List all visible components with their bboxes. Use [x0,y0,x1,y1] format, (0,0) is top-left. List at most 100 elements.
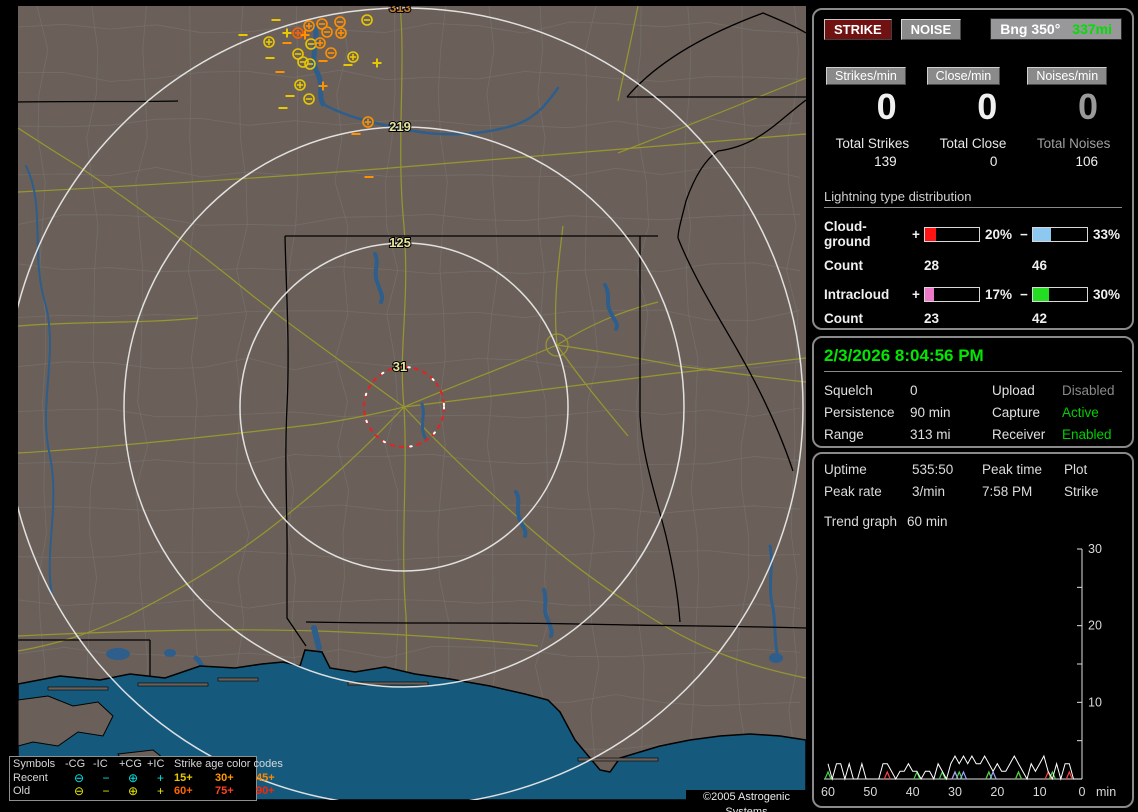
age-code-90: 90+ [256,785,275,797]
ic-positive-bar [924,287,980,302]
legend-row-old-label: Old [13,785,31,797]
ic-neg-recent-icon: − [102,770,110,785]
strikes-per-min-value: 0 [876,86,897,127]
status-panel: 2/3/2026 8:04:56 PM Squelch 0 Upload Dis… [812,336,1134,448]
cg-pos-recent-icon: ⊕ [127,770,139,785]
ic-count-label: Count [824,311,863,326]
strikes-per-min-label[interactable]: Strikes/min [826,67,906,85]
svg-text:60: 60 [821,785,835,799]
close-per-min-value: 0 [977,86,998,127]
distribution-title: Lightning type distribution [824,189,1122,208]
receiver-label: Receiver [992,427,1046,442]
cg-positive-bar [924,226,980,242]
total-close-value: 0 [989,154,998,169]
total-strikes-label: Total Strikes [835,136,910,151]
uptime-label: Uptime [824,462,867,477]
close-per-min-label[interactable]: Close/min [926,67,1001,85]
upload-status: Disabled [1062,383,1115,398]
total-noises-value: 106 [1075,154,1098,169]
ic-neg-old-icon: − [102,784,110,798]
uptime-value: 535:50 [912,462,954,477]
ic-positive-count: 23 [924,311,940,326]
svg-text:31: 31 [393,359,407,374]
svg-text:50: 50 [863,785,877,799]
trend-graph: 10 20 30 60 50 40 30 20 10 0 min [821,542,1116,799]
trend-graph-label: Trend graph [824,514,898,529]
minus-sign: − [1020,287,1028,302]
range-value: 313 mi [910,427,951,442]
svg-text:125: 125 [389,235,411,250]
cg-neg-old-icon: ⊖ [73,784,85,798]
ic-pos-recent-icon: + [156,770,164,785]
svg-text:30: 30 [948,785,962,799]
total-close-label: Total Close [939,136,1007,151]
capture-label: Capture [992,405,1041,420]
squelch-label: Squelch [824,383,873,398]
ic-negative-percent: 30% [1093,287,1121,302]
minus-sign: − [1020,226,1028,242]
age-code-15: 15+ [174,771,193,784]
age-code-45: 45+ [256,771,275,784]
cg-positive-count: 28 [924,258,940,273]
plus-sign: + [912,287,920,302]
bearing-label: Bng 350° [1000,21,1061,37]
svg-text:20: 20 [1088,619,1102,633]
legend-symbols-header: Symbols [13,758,56,770]
squelch-value: 0 [910,383,918,398]
intracloud-label: Intracloud [824,287,890,302]
svg-text:40: 40 [906,785,920,799]
total-noises-label: Total Noises [1036,136,1111,151]
total-strikes-value: 139 [874,154,897,169]
legend-cg-pos-header: +CG [119,758,142,770]
receiver-status: Enabled [1062,427,1112,442]
copyright-notice: ©2005 Astrogenic Systems [686,790,807,812]
plus-sign: + [912,226,920,242]
cg-negative-bar [1032,226,1088,242]
svg-text:30: 30 [1088,542,1102,556]
peak-time-value: 7:58 PM [982,484,1033,499]
cg-positive-percent: 20% [985,226,1013,242]
upload-label: Upload [992,383,1035,398]
svg-text:20: 20 [990,785,1004,799]
svg-text:10: 10 [1033,785,1047,799]
map-canvas: 31 125 219 313 [18,6,806,800]
peak-rate-label: Peak rate [824,484,882,499]
strike-mode-button[interactable]: STRIKE [824,18,892,40]
legend-ic-neg-header: -IC [93,758,108,770]
cg-negative-percent: 33% [1093,226,1121,242]
legend-row-recent-label: Recent [13,771,48,784]
legend-age-title: Strike age color codes [174,758,283,770]
symbol-legend: Symbols -CG -IC +CG +IC Strike age color… [9,756,283,801]
bearing-readout: Bng 350° 337mi [990,18,1122,40]
ic-pos-old-icon: + [156,784,164,798]
ic-positive-percent: 17% [985,287,1013,302]
plot-value: Strike [1064,484,1099,499]
noise-mode-button[interactable]: NOISE [900,18,962,40]
capture-status: Active [1062,405,1099,420]
legend-ic-pos-header: +IC [147,758,165,770]
noises-per-min-label[interactable]: Noises/min [1027,67,1108,85]
svg-text:10: 10 [1088,695,1102,709]
persistence-value: 90 min [910,405,951,420]
persistence-label: Persistence [824,405,895,420]
legend-cg-neg-header: -CG [65,758,86,770]
svg-text:0: 0 [1079,785,1086,799]
lightning-map[interactable]: 31 125 219 313 [18,6,806,800]
stats-panel: STRIKE NOISE Bng 350° 337mi Strikes/min C… [812,8,1134,330]
ic-negative-bar [1032,287,1088,302]
ic-negative-count: 42 [1032,311,1048,326]
noises-per-min-value: 0 [1077,86,1098,127]
range-label: Range [824,427,864,442]
peak-rate-value: 3/min [912,484,946,499]
cg-neg-recent-icon: ⊖ [73,770,85,785]
svg-text:min: min [1096,785,1116,799]
age-code-30: 30+ [215,771,234,784]
age-code-75: 75+ [215,785,234,797]
nexstorm-window: 31 125 219 313 Symbols -CG -IC +CG +IC Stri… [0,0,1138,812]
trend-window-value: 60 min [907,514,948,529]
peak-time-label: Peak time [982,462,1043,477]
cg-pos-old-icon: ⊕ [127,784,139,798]
cg-count-label: Count [824,258,863,273]
info-trend-panel: Uptime 535:50 Peak time Plot Peak rate 3… [812,452,1134,808]
bearing-range: 337mi [1072,21,1112,37]
